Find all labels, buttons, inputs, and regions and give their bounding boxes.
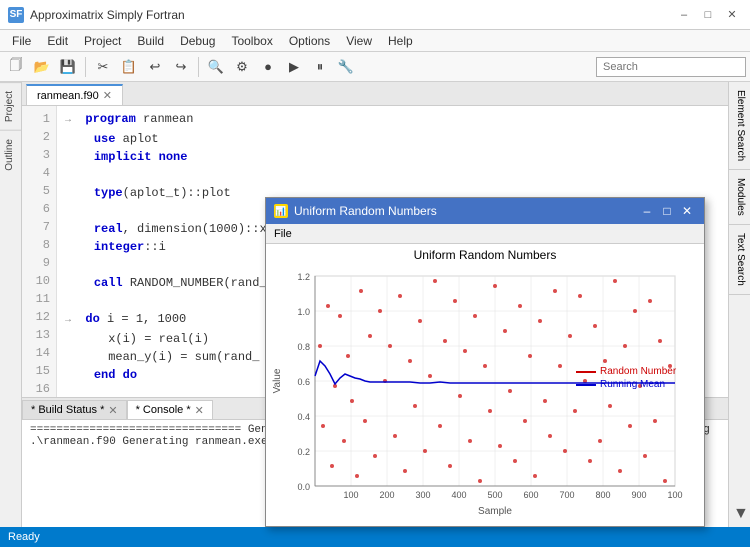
tools-button[interactable]: 🔧 [334,55,358,79]
app-title: Approximatrix Simply Fortran [30,8,674,22]
svg-text:0.2: 0.2 [297,447,310,457]
menu-file[interactable]: File [4,30,39,52]
sidebar-outline[interactable]: Outline [0,130,21,179]
svg-text:400: 400 [451,490,466,500]
maximize-button[interactable]: □ [698,7,718,23]
tab-console[interactable]: * Console * ✕ [127,400,213,419]
overlay-icon: 📊 [274,204,288,218]
chart-area: Uniform Random Numbers Random Number Run… [266,244,704,543]
menu-bar: File Edit Project Build Debug Toolbox Op… [0,30,750,52]
search-input[interactable] [596,57,746,77]
copy-button[interactable]: 📋 [117,55,141,79]
chart-title: Uniform Random Numbers [270,248,700,262]
svg-text:700: 700 [559,490,574,500]
tab-bar: ranmean.f90 ✕ [22,82,728,106]
menu-view[interactable]: View [338,30,380,52]
build-run-button[interactable]: ▶ [282,55,306,79]
svg-text:500: 500 [487,490,502,500]
menu-project[interactable]: Project [76,30,129,52]
svg-text:600: 600 [523,490,538,500]
menu-toolbox[interactable]: Toolbox [223,30,280,52]
svg-text:Sample: Sample [478,506,512,517]
legend-random: Random Number [600,366,676,377]
status-text: Ready [8,531,40,543]
chart-legend: Random Number Running Mean [576,366,676,390]
svg-text:Value: Value [272,368,283,393]
main-area: Project Outline ranmean.f90 ✕ 12345 6789… [0,82,750,527]
legend-mean: Running Mean [600,379,665,390]
tab-ranmean[interactable]: ranmean.f90 ✕ [26,84,123,105]
sidebar-project[interactable]: Project [0,82,21,130]
sidebar-modules[interactable]: Modules [729,170,750,225]
sidebar-element-search[interactable]: Element Search [729,82,750,170]
scroll-down-icon[interactable]: ▼ [729,501,750,527]
save-button[interactable]: 💾 [56,55,80,79]
overlay-close[interactable]: ✕ [678,202,696,220]
overlay-menu: File [266,224,704,244]
undo-button[interactable]: ↩ [143,55,167,79]
overlay-minimize[interactable]: – [638,202,656,220]
menu-debug[interactable]: Debug [172,30,223,52]
pause-button[interactable]: ⏸ [308,55,332,79]
overlay-maximize[interactable]: □ [658,202,676,220]
build-tab-close[interactable]: ✕ [108,404,117,417]
tab-build-status[interactable]: * Build Status * ✕ [22,400,127,419]
toolbar-sep-2 [198,57,199,77]
redo-button[interactable]: ↪ [169,55,193,79]
app-icon: SF [8,7,24,23]
menu-edit[interactable]: Edit [39,30,76,52]
build-status-label: * Build Status * [31,404,104,416]
run-button[interactable]: ● [256,55,280,79]
tab-label: ranmean.f90 [37,90,99,102]
svg-text:200: 200 [379,490,394,500]
left-sidebar: Project Outline [0,82,22,527]
new-file-button[interactable]: 🗍 [4,55,28,79]
close-button[interactable]: ✕ [722,7,742,23]
cut-button[interactable]: ✂ [91,55,115,79]
svg-text:0.0: 0.0 [297,482,310,492]
open-button[interactable]: 📂 [30,55,54,79]
toolbar-sep-1 [85,57,86,77]
right-sidebar: Element Search Modules Text Search ▼ [728,82,750,527]
svg-text:0.6: 0.6 [297,377,310,387]
overlay-title-bar: 📊 Uniform Random Numbers – □ ✕ [266,198,704,224]
svg-text:900: 900 [631,490,646,500]
svg-text:800: 800 [595,490,610,500]
window-controls: – □ ✕ [674,7,742,23]
svg-text:1.0: 1.0 [297,307,310,317]
overlay-menu-file[interactable]: File [274,228,292,240]
title-bar: SF Approximatrix Simply Fortran – □ ✕ [0,0,750,30]
svg-text:0.4: 0.4 [297,412,310,422]
sidebar-text-search[interactable]: Text Search [729,225,750,295]
svg-text:100: 100 [343,490,358,500]
menu-options[interactable]: Options [281,30,338,52]
chart-svg: 0.0 0.2 0.4 0.6 0.8 1.0 1.2 100 200 300 … [270,266,690,536]
settings-button[interactable]: ⚙ [230,55,254,79]
console-label: * Console * [136,404,191,416]
menu-build[interactable]: Build [129,30,172,52]
search-button[interactable]: 🔍 [204,55,228,79]
menu-help[interactable]: Help [380,30,421,52]
svg-text:100: 100 [667,490,682,500]
minimize-button[interactable]: – [674,7,694,23]
tab-close-icon[interactable]: ✕ [103,89,112,102]
overlay-title: Uniform Random Numbers [294,204,638,218]
line-numbers: 12345 678910 1112131415 1617181920 21 [22,106,57,397]
svg-text:0.8: 0.8 [297,342,310,352]
overlay-window: 📊 Uniform Random Numbers – □ ✕ File Unif… [265,197,705,527]
toolbar: 🗍 📂 💾 ✂ 📋 ↩ ↪ 🔍 ⚙ ● ▶ ⏸ 🔧 [0,52,750,82]
svg-text:1.2: 1.2 [297,272,310,282]
console-tab-close[interactable]: ✕ [195,404,204,417]
svg-text:300: 300 [415,490,430,500]
overlay-controls: – □ ✕ [638,202,696,220]
